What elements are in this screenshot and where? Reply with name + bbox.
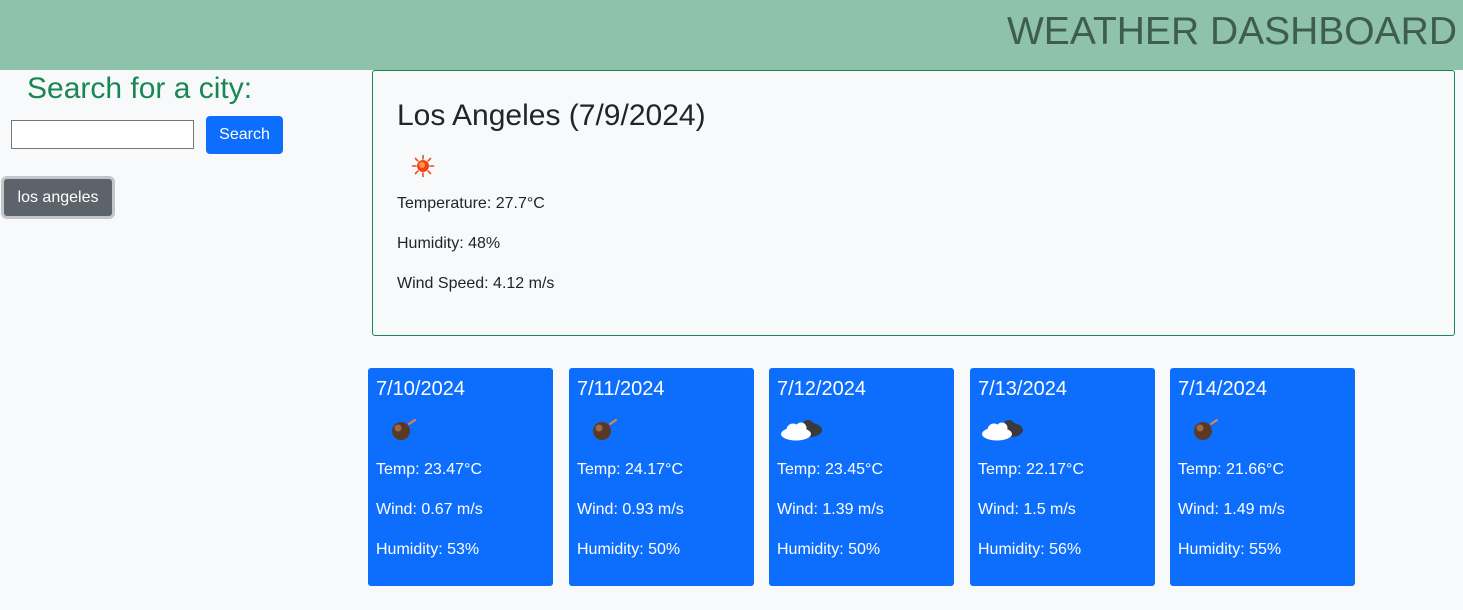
forecast-temp: Temp: 22.17°C bbox=[978, 461, 1085, 478]
forecast-date: 7/11/2024 bbox=[577, 378, 665, 400]
page-header: WEATHER DASHBOARD bbox=[0, 0, 1463, 70]
city-search-input[interactable] bbox=[11, 120, 194, 149]
forecast-wind: Wind: 1.49 m/s bbox=[1178, 501, 1285, 518]
current-city-heading: Los Angeles (7/9/2024) bbox=[397, 99, 706, 132]
cloudy-icon bbox=[781, 420, 822, 441]
forecast-date: 7/13/2024 bbox=[978, 378, 1067, 400]
search-heading: Search for a city: bbox=[27, 72, 253, 105]
forecast-humidity: Humidity: 56% bbox=[978, 541, 1082, 558]
dark-orb-icon bbox=[392, 419, 416, 440]
forecast-humidity: Humidity: 53% bbox=[376, 541, 480, 558]
current-weather-card: Los Angeles (7/9/2024) Temperature: 27.7… bbox=[372, 70, 1455, 336]
forecast-wind: Wind: 1.39 m/s bbox=[777, 501, 884, 518]
dark-orb-icon bbox=[1194, 419, 1218, 440]
forecast-date: 7/12/2024 bbox=[777, 378, 866, 400]
forecast-wind: Wind: 1.5 m/s bbox=[978, 501, 1076, 518]
search-button[interactable]: Search bbox=[206, 116, 283, 154]
forecast-wind: Wind: 0.93 m/s bbox=[577, 501, 684, 518]
forecast-humidity: Humidity: 50% bbox=[777, 541, 881, 558]
dark-orb-icon bbox=[593, 419, 617, 440]
forecast-date: 7/14/2024 bbox=[1178, 378, 1267, 400]
forecast-temp: Temp: 23.45°C bbox=[777, 461, 884, 478]
current-humidity: Humidity: 48% bbox=[397, 235, 501, 252]
page-title: WEATHER DASHBOARD bbox=[1007, 10, 1457, 53]
forecast-card: 7/10/2024 Temp: 23.47°C Wind: 0.67 m/s H… bbox=[368, 368, 553, 586]
forecast-wind: Wind: 0.67 m/s bbox=[376, 501, 483, 518]
forecast-card: 7/12/2024 Temp: 23.45°C Wind: 1.39 m/s H… bbox=[769, 368, 954, 586]
forecast-card: 7/14/2024 Temp: 21.66°C Wind: 1.49 m/s H… bbox=[1170, 368, 1355, 586]
sunny-icon bbox=[411, 154, 435, 178]
forecast-humidity: Humidity: 50% bbox=[577, 541, 681, 558]
forecast-temp: Temp: 21.66°C bbox=[1178, 461, 1285, 478]
forecast-temp: Temp: 23.47°C bbox=[376, 461, 483, 478]
forecast-temp: Temp: 24.17°C bbox=[577, 461, 684, 478]
forecast-card: 7/13/2024 Temp: 22.17°C Wind: 1.5 m/s Hu… bbox=[970, 368, 1155, 586]
current-temperature: Temperature: 27.7°C bbox=[397, 195, 545, 212]
forecast-card: 7/11/2024 Temp: 24.17°C Wind: 0.93 m/s H… bbox=[569, 368, 754, 586]
history-item-los-angeles[interactable]: los angeles bbox=[1, 176, 115, 219]
current-wind-speed: Wind Speed: 4.12 m/s bbox=[397, 275, 555, 292]
cloudy-icon bbox=[982, 420, 1023, 441]
forecast-humidity: Humidity: 55% bbox=[1178, 541, 1282, 558]
forecast-date: 7/10/2024 bbox=[376, 378, 465, 400]
